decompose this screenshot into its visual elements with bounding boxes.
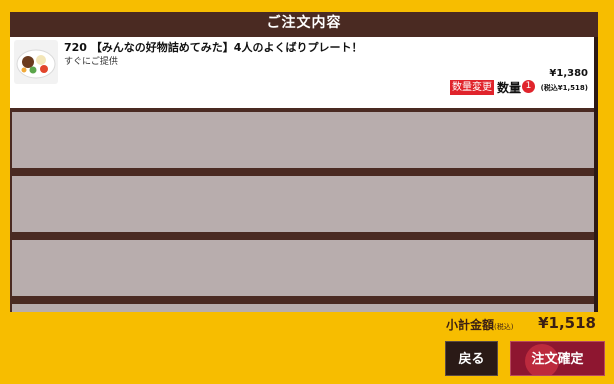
tax-note: (税込)	[494, 323, 514, 331]
change-quantity-button[interactable]: 数量変更	[450, 80, 494, 95]
empty-order-row	[12, 304, 594, 312]
subtotal-text: 小計金額	[446, 318, 495, 332]
food-plate-icon	[14, 40, 58, 84]
subtotal-label: 小計金額(税込)	[446, 316, 513, 333]
order-panel: ご注文内容 720 【みんなの好物詰めてみた】4人のよくばりプレート！ すぐにご…	[10, 12, 598, 312]
confirm-order-button[interactable]: 注文確定	[510, 341, 605, 376]
quantity-badge: 1	[522, 80, 535, 93]
item-price-with-tax: (税込¥1,518)	[540, 84, 588, 92]
empty-order-row	[12, 112, 594, 168]
item-subtitle: すぐにご提供	[64, 57, 118, 67]
back-button[interactable]: 戻る	[445, 341, 498, 376]
panel-title: ご注文内容	[266, 15, 342, 31]
subtotal-value: ¥1,518	[538, 314, 596, 332]
empty-order-row	[12, 240, 594, 296]
list-scrollbar[interactable]	[594, 37, 598, 312]
empty-order-row	[12, 176, 594, 232]
item-name: 720 【みんなの好物詰めてみた】4人のよくばりプレート！	[64, 39, 362, 55]
item-number: 720	[64, 41, 87, 54]
order-item-row[interactable]: 720 【みんなの好物詰めてみた】4人のよくばりプレート！ すぐにご提供 数量変…	[10, 37, 594, 108]
quantity-label: 数量	[497, 81, 522, 95]
confirm-order-label: 注文確定	[531, 352, 584, 367]
item-price: ¥1,380	[549, 68, 588, 79]
item-title: 【みんなの好物詰めてみた】4人のよくばりプレート！	[90, 41, 363, 54]
